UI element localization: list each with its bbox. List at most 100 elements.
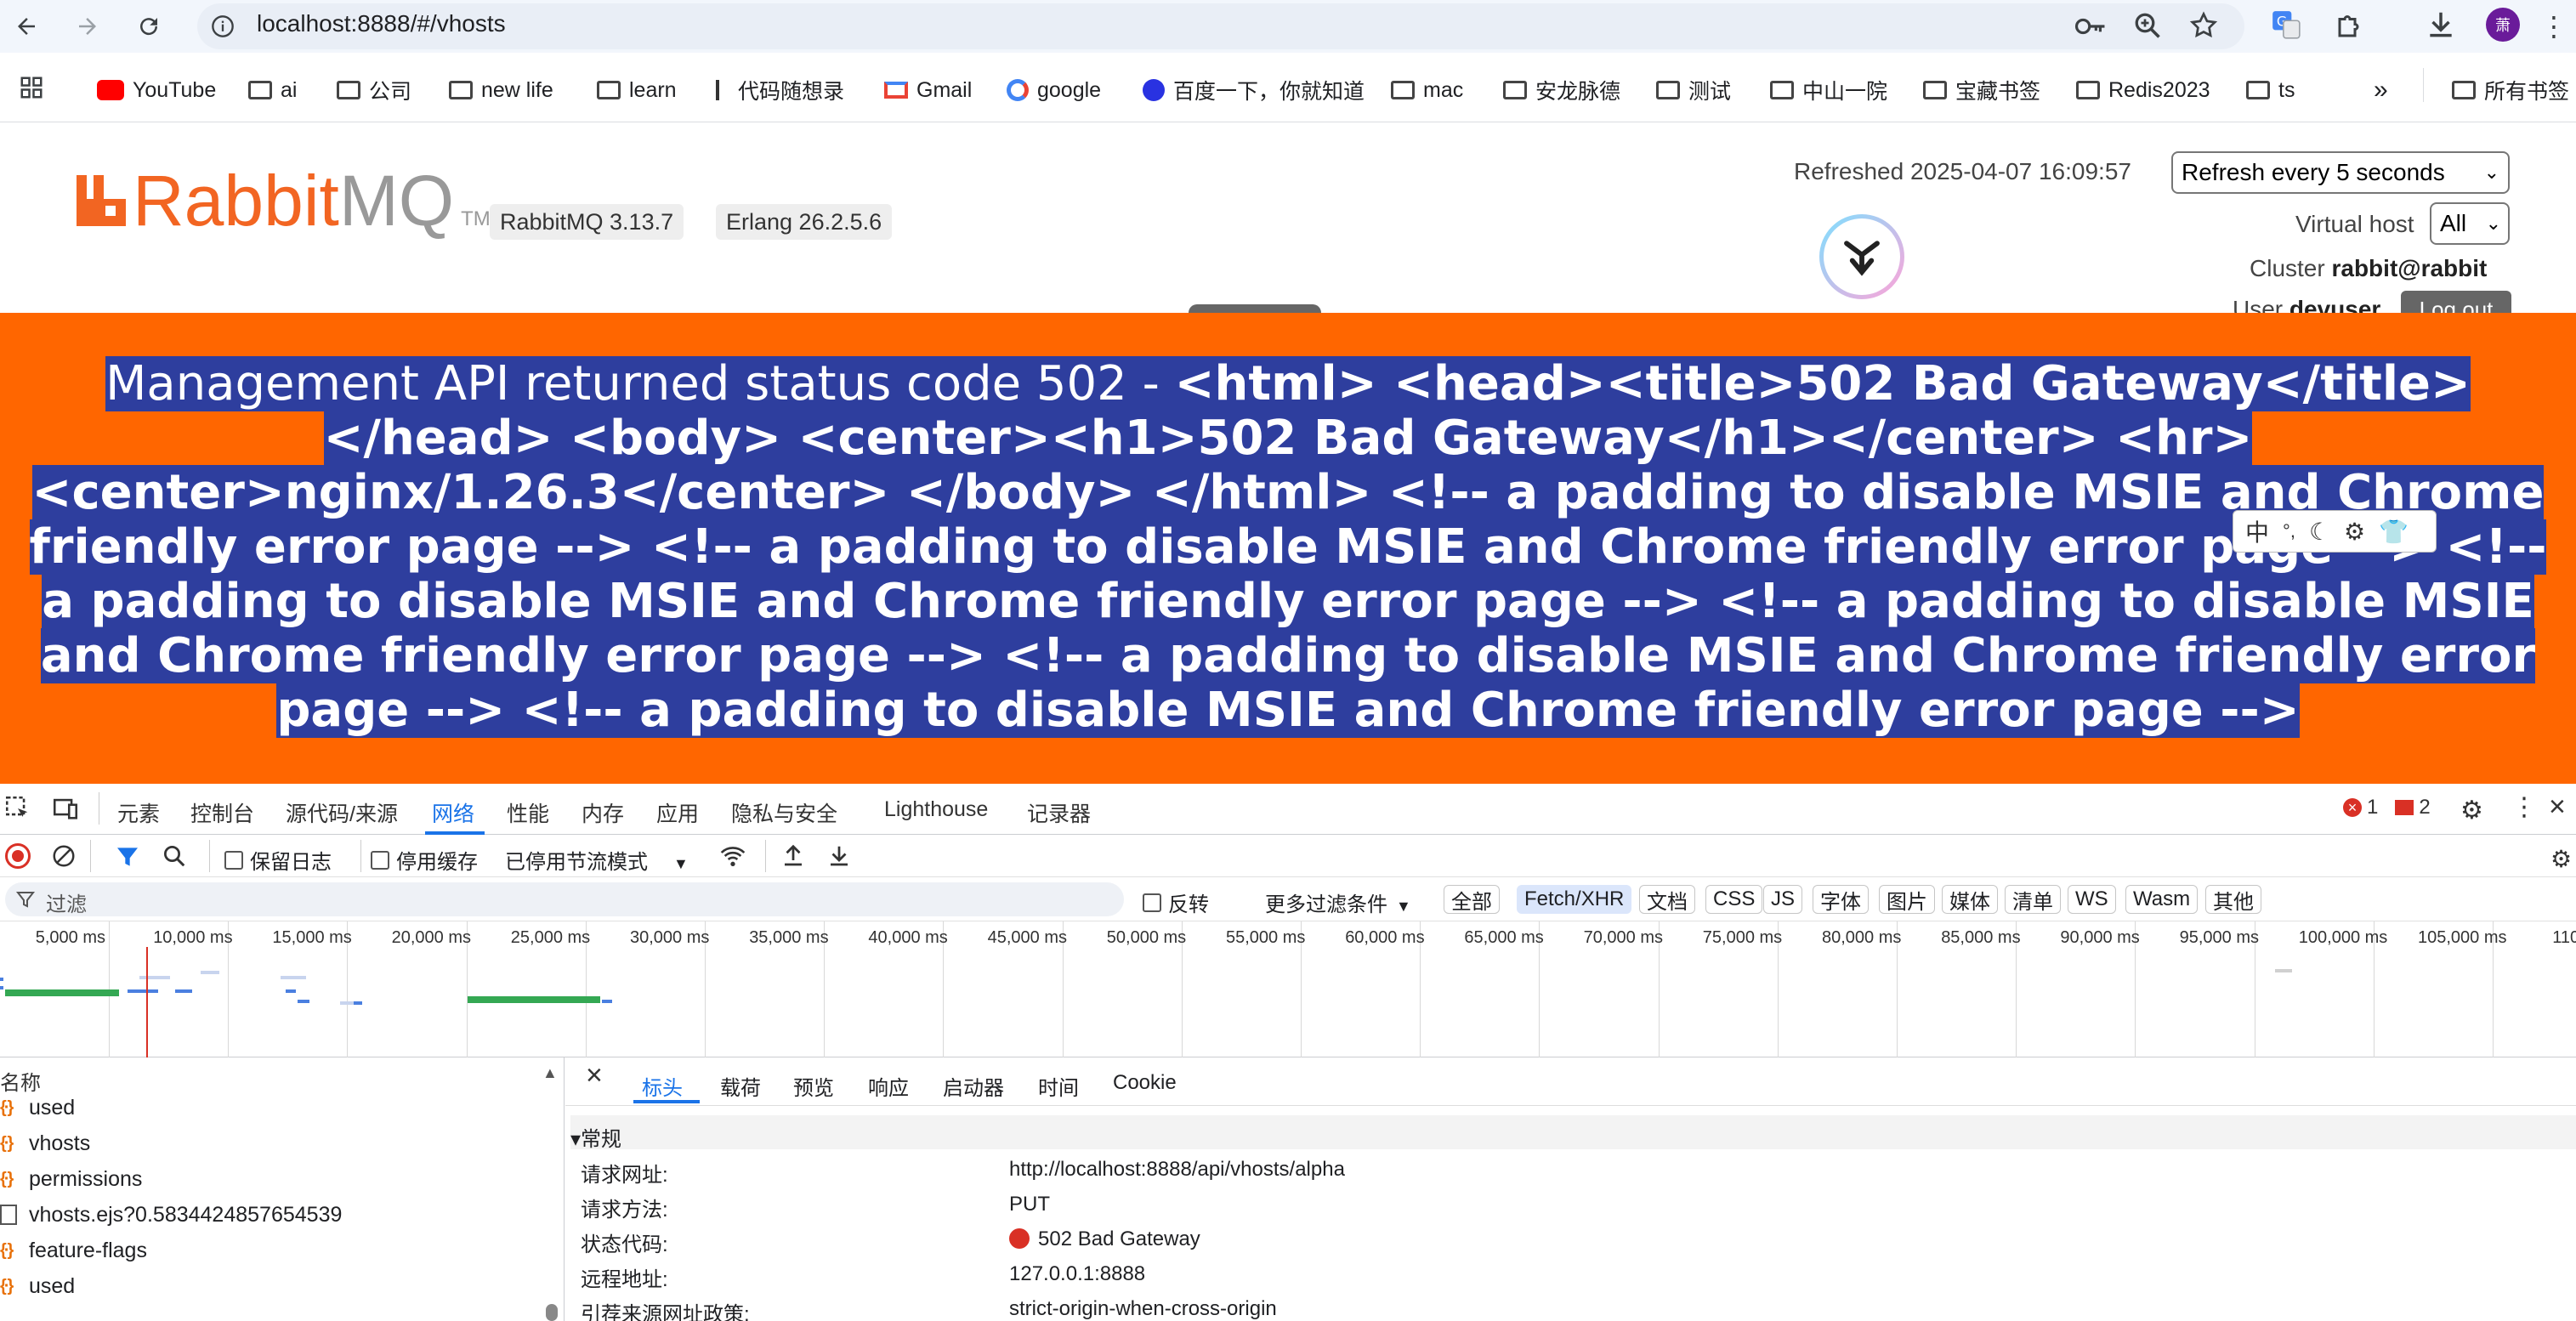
filter-input[interactable]: 过滤: [5, 882, 1124, 916]
detail-tab-headers[interactable]: 标头: [642, 1071, 683, 1101]
tab-performance[interactable]: 性能: [507, 797, 549, 828]
skin-shirt-icon[interactable]: 👕: [2379, 518, 2409, 546]
bookmark-redis[interactable]: Redis2023: [2076, 75, 2210, 105]
bookmark-google[interactable]: google: [1007, 75, 1101, 105]
table-row[interactable]: {·} used: [0, 1268, 553, 1304]
general-section-header[interactable]: ▾常规: [570, 1115, 2576, 1151]
table-row[interactable]: {·} permissions: [0, 1161, 553, 1197]
more-filters-dropdown[interactable]: 更多过滤条件 ▼: [1265, 887, 1411, 917]
header-value[interactable]: http://localhost:8888/api/vhosts/alpha: [1009, 1158, 1345, 1182]
ime-punct-toggle[interactable]: °,: [2283, 520, 2295, 542]
invert-checkbox[interactable]: 反转: [1143, 887, 1209, 917]
forward-arrow-icon[interactable]: [70, 9, 105, 44]
tab-lighthouse[interactable]: Lighthouse: [884, 797, 988, 822]
bookmark-treasure[interactable]: 宝藏书签: [1923, 75, 2040, 105]
bookmark-zhongshan[interactable]: 中山一院: [1770, 75, 1887, 105]
logout-button[interactable]: Log out: [2401, 291, 2511, 313]
type-filter-all[interactable]: 全部: [1444, 885, 1500, 914]
inspect-element-icon[interactable]: [3, 794, 32, 823]
throttling-select[interactable]: 已停用节流模式 ▼: [505, 845, 689, 875]
detail-tab-response[interactable]: 响应: [868, 1071, 909, 1101]
export-har-icon[interactable]: [826, 843, 852, 869]
bookmark-anlong[interactable]: 安龙脉德: [1503, 75, 1620, 105]
bookmark-youtube[interactable]: YouTube: [97, 75, 216, 105]
gear-icon[interactable]: ⚙: [2344, 518, 2365, 546]
ime-toolbar[interactable]: 中 °, ☾ ⚙ 👕: [2233, 510, 2437, 553]
reload-icon[interactable]: [131, 9, 167, 44]
tab-recorder[interactable]: 记录器: [1027, 797, 1091, 828]
bookmark-overflow-chevron[interactable]: »: [2374, 75, 2388, 105]
ime-lang-toggle[interactable]: 中: [2245, 514, 2269, 548]
bookmark-ts[interactable]: ts: [2246, 75, 2295, 105]
table-row[interactable]: {·} vhosts: [0, 1125, 553, 1161]
device-toolbar-icon[interactable]: [51, 794, 80, 823]
clear-icon[interactable]: [51, 843, 77, 869]
apps-grid-icon[interactable]: [19, 75, 44, 100]
bookmark-ai[interactable]: ai: [248, 75, 297, 105]
tab-memory[interactable]: 内存: [582, 797, 624, 828]
type-filter-fetch-xhr[interactable]: Fetch/XHR: [1517, 885, 1632, 914]
detail-tab-cookie[interactable]: Cookie: [1113, 1071, 1177, 1095]
tab-console[interactable]: 控制台: [190, 797, 254, 828]
type-filter-img[interactable]: 图片: [1879, 885, 1935, 914]
url-text[interactable]: localhost:8888/#/vhosts: [257, 10, 506, 37]
tab-privacy-security[interactable]: 隐私与安全: [731, 797, 837, 828]
preserve-log-checkbox[interactable]: 保留日志: [224, 845, 332, 875]
devtools-close-icon[interactable]: ×: [2549, 791, 2566, 824]
detail-tab-payload[interactable]: 载荷: [720, 1071, 761, 1101]
tab-application[interactable]: 应用: [656, 797, 699, 828]
translate-extension-icon[interactable]: G: [2270, 9, 2302, 41]
virtual-host-select[interactable]: All ⌄: [2430, 202, 2510, 245]
type-filter-doc[interactable]: 文档: [1639, 885, 1695, 914]
bookmark-star-icon[interactable]: [2188, 10, 2219, 41]
zoom-icon[interactable]: [2132, 10, 2163, 41]
profile-avatar[interactable]: 萧: [2486, 8, 2520, 42]
download-icon[interactable]: [2425, 9, 2457, 41]
disable-cache-checkbox[interactable]: 停用缓存: [371, 845, 478, 875]
detail-tab-preview[interactable]: 预览: [793, 1071, 834, 1101]
header-value[interactable]: strict-origin-when-cross-origin: [1009, 1297, 1277, 1321]
bookmark-company[interactable]: 公司: [337, 75, 411, 105]
table-row[interactable]: vhosts.ejs?0.5834424857654539: [0, 1197, 553, 1233]
scrollbar-thumb[interactable]: [546, 1304, 558, 1321]
devtools-menu-icon[interactable]: ⋮: [2511, 792, 2537, 822]
detail-tab-timing[interactable]: 时间: [1038, 1071, 1079, 1101]
search-icon[interactable]: [162, 843, 187, 869]
type-filter-manifest[interactable]: 清单: [2005, 885, 2061, 914]
network-timeline-overview[interactable]: 5,000 ms 10,000 ms 15,000 ms 20,000 ms 25,00…: [0, 921, 2576, 1057]
back-arrow-icon[interactable]: [9, 9, 44, 44]
type-filter-wasm[interactable]: Wasm: [2125, 885, 2199, 914]
network-conditions-icon[interactable]: [719, 843, 746, 869]
table-row[interactable]: {·} used: [0, 1090, 553, 1125]
record-stop-icon[interactable]: [5, 843, 31, 869]
type-filter-ws[interactable]: WS: [2068, 885, 2116, 914]
bookmark-test[interactable]: 测试: [1656, 75, 1731, 105]
browser-menu-icon[interactable]: ⋮: [2540, 10, 2567, 43]
tab-network[interactable]: 网络: [432, 797, 474, 828]
type-filter-other[interactable]: 其他: [2205, 885, 2261, 914]
header-value[interactable]: PUT: [1009, 1193, 1050, 1216]
tab-elements[interactable]: 元素: [117, 797, 160, 828]
table-row[interactable]: {·} feature-flags: [0, 1233, 553, 1268]
password-key-icon[interactable]: [2074, 12, 2107, 41]
devtools-settings-gear-icon[interactable]: ⚙: [2460, 796, 2483, 825]
detail-tab-initiator[interactable]: 启动器: [943, 1071, 1004, 1101]
extensions-puzzle-icon[interactable]: [2335, 10, 2365, 41]
bookmark-baidu[interactable]: 百度一下，你就知道: [1143, 75, 1365, 105]
type-filter-js[interactable]: JS: [1763, 885, 1803, 914]
close-details-icon[interactable]: ×: [586, 1059, 603, 1092]
header-value[interactable]: 127.0.0.1:8888: [1009, 1262, 1145, 1286]
bookmark-gmail[interactable]: Gmail: [884, 75, 972, 105]
bookmark-mac[interactable]: mac: [1391, 75, 1463, 105]
site-info-icon[interactable]: [211, 14, 235, 38]
sort-arrow-icon[interactable]: ▲: [542, 1064, 558, 1082]
bookmark-all[interactable]: 所有书签: [2452, 75, 2569, 105]
bookmark-code-random[interactable]: 代码随想录: [716, 75, 844, 105]
filter-funnel-icon[interactable]: [114, 843, 141, 870]
bookmark-learn[interactable]: learn: [597, 75, 677, 105]
type-filter-css[interactable]: CSS: [1705, 885, 1763, 914]
moon-icon[interactable]: ☾: [2309, 518, 2330, 546]
rabbitmq-logo[interactable]: [73, 175, 129, 226]
refresh-interval-select[interactable]: Refresh every 5 seconds ⌄: [2171, 151, 2510, 194]
import-har-icon[interactable]: [780, 843, 806, 869]
